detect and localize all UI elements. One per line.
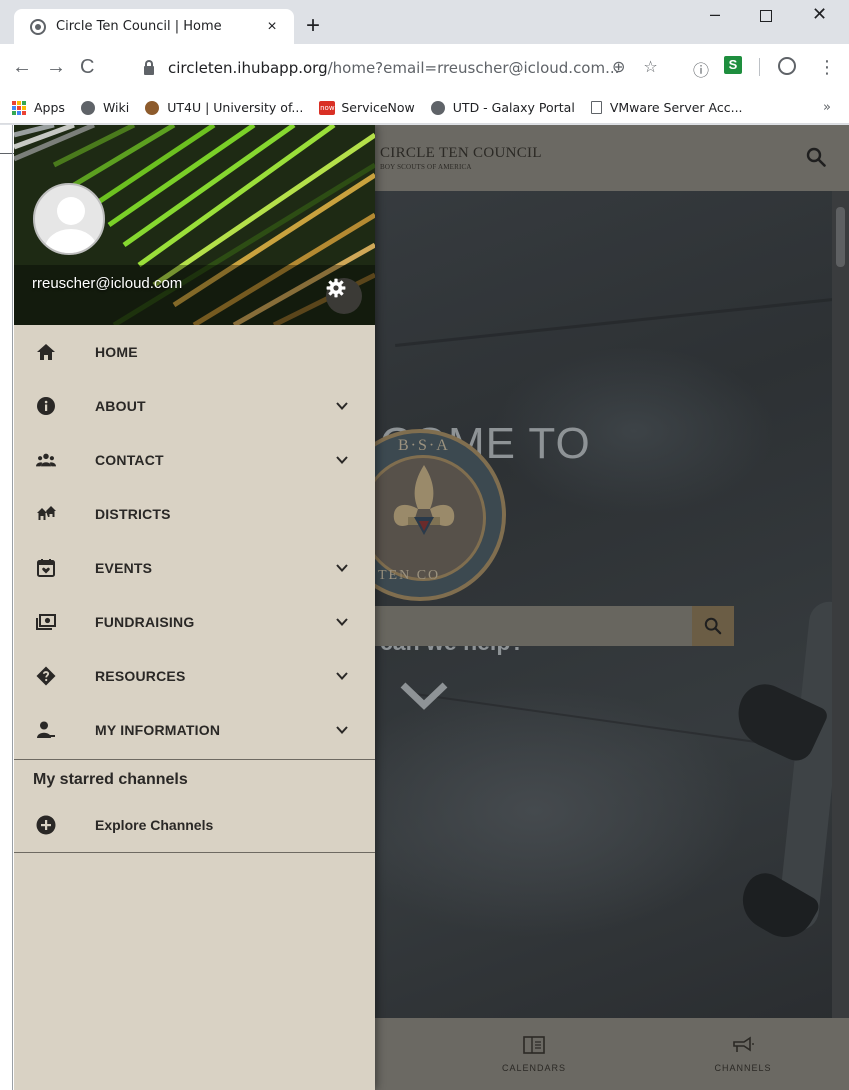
url-text: circleten.ihubapp.org/home?email=rreusch…: [168, 59, 620, 77]
globe-icon: [430, 100, 445, 115]
new-tab-button[interactable]: +: [306, 14, 320, 38]
navigation-drawer: rreuscher@icloud.com HOME ABOUT CONTACT …: [14, 125, 375, 1090]
houses-icon: [37, 506, 56, 520]
extension-s-icon[interactable]: S: [724, 56, 742, 74]
info-icon: [37, 397, 55, 415]
scroll-down-chevron-icon[interactable]: [399, 681, 449, 711]
omnibox-actions: ⊕ ☆: [612, 57, 676, 77]
close-window-button[interactable]: ✕: [812, 4, 827, 25]
user-avatar[interactable]: [33, 183, 105, 255]
menu-divider: [14, 852, 375, 853]
minimize-window-button[interactable]: –: [710, 4, 720, 25]
bookmark-wiki[interactable]: Wiki: [80, 100, 129, 115]
menu-item-resources[interactable]: RESOURCES: [14, 649, 375, 703]
bottom-nav-calendars[interactable]: CALENDARS: [489, 1036, 579, 1073]
browser-toolbar: ← → C circleten.ihubapp.org/home?email=r…: [0, 44, 849, 92]
calendar-heart-icon: [37, 559, 55, 577]
chevron-down-icon[interactable]: [335, 561, 349, 575]
bookmark-vmware[interactable]: VMware Server Acc...: [590, 100, 743, 115]
explore-channels-link[interactable]: Explore Channels: [14, 799, 375, 853]
user-email: rreuscher@icloud.com: [32, 275, 183, 292]
menu-item-about[interactable]: ABOUT: [14, 379, 375, 433]
megaphone-icon: [733, 1036, 754, 1052]
page-scrollbar-thumb[interactable]: [836, 207, 845, 267]
home-icon: [37, 344, 55, 360]
tab-close-icon[interactable]: ×: [262, 18, 282, 36]
money-icon: [36, 614, 56, 630]
starred-channels-heading: My starred channels: [33, 771, 188, 788]
bookmark-star-icon[interactable]: ☆: [643, 59, 657, 76]
page-left-gutter: [0, 125, 14, 1090]
web-app: CIRCLE TEN COUNCIL BOY SCOUTS OF AMERICA…: [14, 125, 849, 1090]
apps-grid-icon: [12, 100, 26, 115]
browser-menu-icon[interactable]: ⋮: [818, 57, 836, 78]
hero-search-input[interactable]: [372, 606, 694, 646]
maximize-window-button[interactable]: [760, 4, 772, 27]
back-arrow-icon[interactable]: ←: [12, 56, 32, 78]
people-icon: [36, 453, 56, 467]
bookmark-servicenow[interactable]: now ServiceNow: [319, 100, 415, 115]
chevron-down-icon[interactable]: [335, 453, 349, 467]
add-circle-icon: [36, 815, 56, 835]
lock-icon: [144, 59, 154, 75]
drawer-header: rreuscher@icloud.com: [14, 125, 375, 325]
chevron-down-icon[interactable]: [335, 723, 349, 737]
settings-button[interactable]: [326, 278, 362, 314]
install-app-icon[interactable]: ⊕: [612, 59, 625, 76]
bookmark-apps[interactable]: Apps: [12, 100, 65, 115]
extension-info-icon[interactable]: ⓘ: [693, 57, 709, 81]
hero-search-button[interactable]: [692, 606, 734, 646]
bookmarks-bar: Apps Wiki UT4U | University of... now Se…: [0, 92, 849, 124]
menu-item-home[interactable]: HOME: [14, 325, 375, 379]
person-icon: [37, 721, 55, 738]
search-icon: [704, 617, 722, 635]
tab-title: Circle Ten Council | Home: [56, 19, 222, 34]
browser-tab-strip: Circle Ten Council | Home × + – ✕: [0, 0, 849, 44]
gear-icon: [326, 278, 346, 298]
menu-item-events[interactable]: EVENTS: [14, 541, 375, 595]
chevron-down-icon[interactable]: [335, 615, 349, 629]
diamond-question-icon: [36, 666, 56, 686]
fleur-de-lis-icon: [393, 465, 455, 535]
menu-item-contact[interactable]: CONTACT: [14, 433, 375, 487]
chevron-down-icon[interactable]: [335, 399, 349, 413]
search-icon[interactable]: [806, 147, 826, 167]
page-icon: [590, 101, 602, 114]
bottom-nav-channels[interactable]: CHANNELS: [698, 1036, 788, 1073]
site-favicon-icon: [30, 18, 46, 35]
bookmark-galaxy-portal[interactable]: UTD - Galaxy Portal: [430, 100, 575, 115]
address-bar[interactable]: circleten.ihubapp.org/home?email=rreusch…: [118, 50, 678, 86]
calendar-icon: [523, 1036, 545, 1054]
servicenow-icon: now: [319, 100, 336, 115]
seal-icon: [145, 100, 160, 115]
globe-icon: [80, 100, 95, 115]
menu-item-my-information[interactable]: MY INFORMATION: [14, 703, 375, 757]
reload-icon[interactable]: C: [80, 56, 94, 78]
drawer-menu: HOME ABOUT CONTACT DISTRICTS EVENTS FUND…: [14, 325, 375, 757]
menu-item-districts[interactable]: DISTRICTS: [14, 487, 375, 541]
profile-icon[interactable]: [778, 57, 796, 75]
page-scrollbar[interactable]: [832, 191, 849, 1021]
toolbar-separator: [759, 58, 760, 76]
menu-item-fundraising[interactable]: FUNDRAISING: [14, 595, 375, 649]
brand-logo[interactable]: CIRCLE TEN COUNCIL BOY SCOUTS OF AMERICA: [380, 145, 542, 171]
bookmarks-overflow-button[interactable]: »: [823, 100, 831, 115]
forward-arrow-icon[interactable]: →: [46, 56, 66, 78]
chevron-down-icon[interactable]: [335, 669, 349, 683]
menu-divider: [14, 759, 375, 760]
browser-tab[interactable]: Circle Ten Council | Home ×: [14, 9, 294, 44]
bookmark-ut4u[interactable]: UT4U | University of...: [145, 100, 303, 115]
